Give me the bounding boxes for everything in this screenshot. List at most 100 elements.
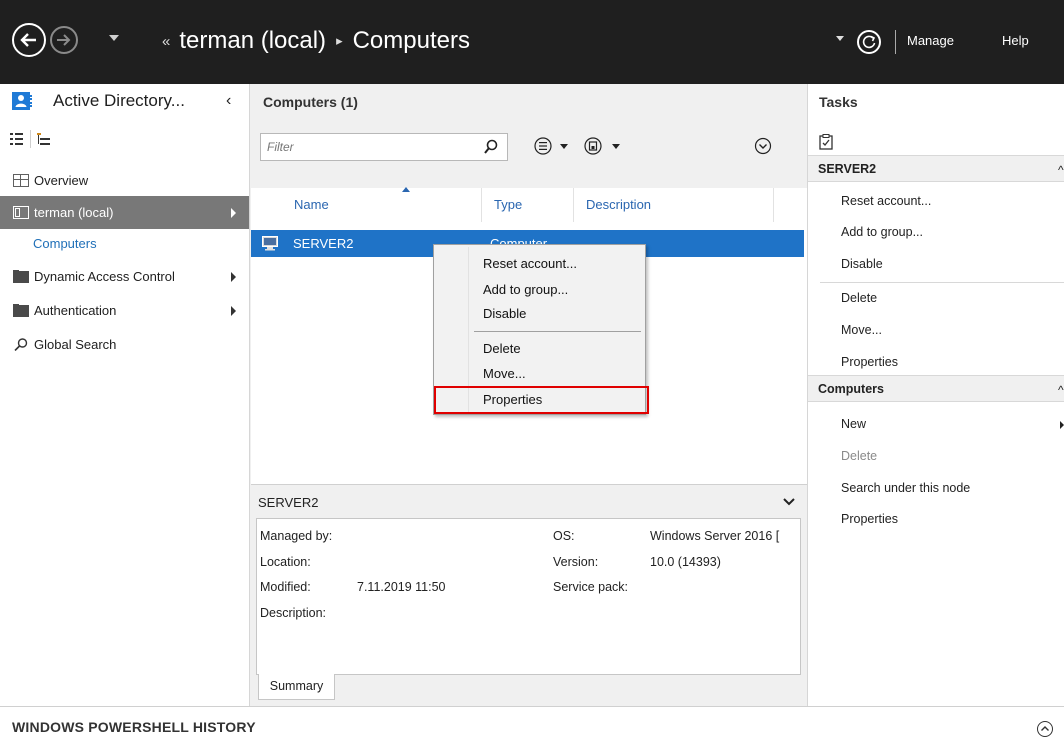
nav-item-terman-local[interactable]: terman (local): [0, 196, 249, 229]
content-count: (1): [340, 94, 358, 110]
powershell-history-bar[interactable]: WINDOWS POWERSHELL HISTORY: [0, 706, 1064, 738]
column-header-label: Description: [586, 197, 652, 212]
navigation-title: Active Directory...: [53, 91, 185, 110]
nav-item-label: Authentication: [34, 303, 117, 318]
computer-icon: [262, 236, 278, 251]
menu-separator: [474, 331, 641, 332]
menu-item-reset-account[interactable]: Reset account...: [435, 253, 644, 275]
os-label: OS:: [553, 529, 575, 543]
version-value: 10.0 (14393): [650, 555, 721, 569]
expand-arrow-icon[interactable]: [231, 207, 236, 218]
toolbar-dropdown-icon[interactable]: [836, 36, 844, 41]
task-new[interactable]: New: [841, 417, 866, 431]
nav-item-label: terman (local): [34, 205, 114, 220]
task-move[interactable]: Move...: [841, 323, 882, 337]
section-server2[interactable]: SERVER2 ^: [808, 155, 1064, 182]
expand-arrow-icon[interactable]: [231, 271, 236, 282]
collapse-section-icon[interactable]: ^: [1058, 383, 1064, 397]
powershell-history-title: WINDOWS POWERSHELL HISTORY: [12, 719, 256, 735]
tasks-title: Tasks: [819, 94, 858, 110]
list-options-icon[interactable]: [533, 136, 575, 156]
breadcrumb: « terman (local) ▸ Computers: [162, 27, 470, 55]
os-value: Windows Server 2016 [: [650, 529, 780, 543]
highlight-box: [434, 386, 649, 414]
tree-view-icon[interactable]: [37, 132, 51, 146]
nav-item-global-search[interactable]: Global Search: [0, 328, 249, 361]
collapse-pane-icon[interactable]: ‹: [226, 92, 231, 110]
breadcrumb-current[interactable]: Computers: [353, 27, 470, 55]
back-icon[interactable]: [12, 23, 46, 57]
task-disable[interactable]: Disable: [841, 257, 883, 271]
detail-header[interactable]: SERVER2: [251, 484, 807, 518]
column-header-name[interactable]: Name: [282, 187, 482, 222]
column-header-label: Name: [294, 197, 329, 212]
breadcrumb-overflow-icon[interactable]: «: [162, 33, 170, 50]
menu-item-move[interactable]: Move...: [435, 363, 644, 385]
content-title: Computers (1): [263, 94, 358, 110]
nav-item-authentication[interactable]: Authentication: [0, 294, 249, 327]
managed-by-label: Managed by:: [260, 529, 333, 543]
list-view-icon[interactable]: [10, 132, 24, 146]
toolbar-separator: [895, 30, 896, 54]
navigation-pane: Active Directory... ‹ Overview terman (l…: [0, 84, 250, 706]
forward-icon[interactable]: [50, 26, 78, 54]
modified-value: 7.11.2019 11:50: [357, 580, 446, 594]
section-title: SERVER2: [818, 162, 877, 176]
description-label: Description:: [260, 606, 326, 620]
domain-icon: [13, 206, 29, 219]
active-directory-icon: [12, 92, 32, 110]
search-icon: [14, 338, 28, 351]
expand-filter-icon[interactable]: [753, 136, 773, 156]
detail-title: SERVER2: [258, 495, 319, 510]
save-query-icon[interactable]: [583, 136, 627, 156]
nav-item-label: Global Search: [34, 337, 117, 352]
search-icon[interactable]: [484, 139, 498, 155]
location-label: Location:: [260, 555, 311, 569]
folder-icon: [13, 270, 29, 283]
tasks-pane: Tasks SERVER2 ^ Reset account... Add to …: [807, 84, 1064, 706]
nav-item-computers[interactable]: Computers: [33, 236, 97, 251]
menu-item-add-to-group[interactable]: Add to group...: [435, 279, 644, 301]
task-add-to-group[interactable]: Add to group...: [841, 225, 923, 239]
service-pack-label: Service pack:: [553, 580, 629, 594]
task-delete[interactable]: Delete: [841, 291, 877, 305]
task-search-under-this-node[interactable]: Search under this node: [841, 481, 970, 495]
menu-item-delete[interactable]: Delete: [435, 338, 644, 360]
breadcrumb-separator-icon[interactable]: ▸: [336, 33, 343, 49]
column-header-label: Type: [494, 197, 523, 212]
nav-item-dynamic-access-control[interactable]: Dynamic Access Control: [0, 260, 249, 293]
detail-panel: Managed by: Location: Modified: 7.11.201…: [256, 518, 801, 675]
modified-label: Modified:: [260, 580, 311, 594]
task-reset-account[interactable]: Reset account...: [841, 194, 931, 208]
task-computers-properties[interactable]: Properties: [841, 512, 898, 526]
nav-item-label: Dynamic Access Control: [34, 269, 175, 284]
view-separator: [30, 130, 31, 148]
column-header-type[interactable]: Type: [482, 188, 574, 222]
refresh-icon[interactable]: [857, 30, 881, 54]
clipboard-icon[interactable]: [819, 134, 833, 150]
content-title-text: Computers: [263, 94, 337, 110]
section-computers[interactable]: Computers ^: [808, 375, 1064, 402]
filter-input[interactable]: [261, 134, 471, 160]
submenu-arrow-icon[interactable]: [1060, 421, 1064, 429]
tab-summary[interactable]: Summary: [258, 674, 335, 700]
expand-history-icon[interactable]: [1037, 721, 1053, 737]
history-dropdown-icon[interactable]: [109, 35, 119, 41]
task-delete-disabled: Delete: [841, 449, 878, 463]
nav-item-label: Overview: [34, 173, 89, 188]
row-name: SERVER2: [293, 236, 354, 251]
task-properties[interactable]: Properties: [841, 355, 898, 369]
expand-arrow-icon[interactable]: [231, 305, 236, 316]
collapse-section-icon[interactable]: ^: [1058, 163, 1064, 177]
menu-item-disable[interactable]: Disable: [435, 303, 644, 325]
title-bar: « terman (local) ▸ Computers Manage Help: [0, 0, 1064, 84]
help-menu[interactable]: Help: [1002, 33, 1029, 48]
breadcrumb-root[interactable]: terman (local): [179, 27, 326, 55]
task-separator: [820, 282, 1064, 283]
version-label: Version:: [553, 555, 599, 569]
chevron-down-icon[interactable]: [783, 497, 795, 507]
column-header-description[interactable]: Description: [574, 188, 774, 222]
manage-menu[interactable]: Manage: [907, 33, 954, 48]
nav-item-overview[interactable]: Overview: [0, 164, 249, 197]
filter-box[interactable]: [260, 133, 508, 161]
